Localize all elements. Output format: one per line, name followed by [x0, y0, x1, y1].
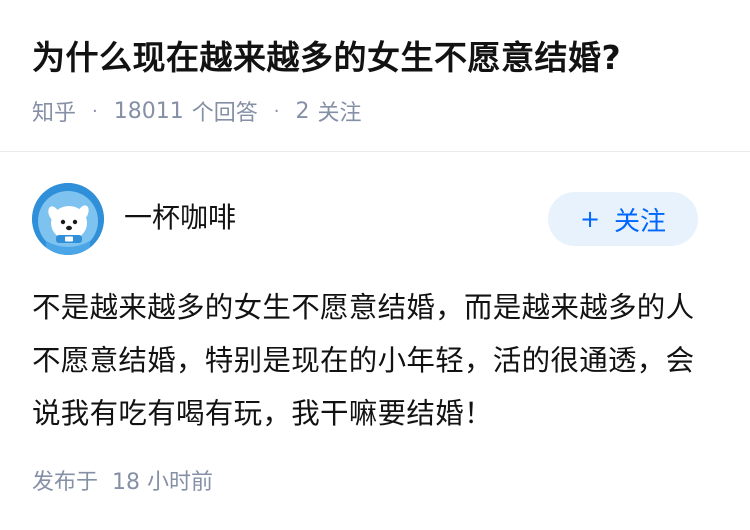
follow-count: 2	[295, 98, 310, 124]
separator-dot: ·	[273, 100, 280, 122]
answer-card: 为什么现在越来越多的女生不愿意结婚? 知乎 · 18011 个回答 · 2 关注	[0, 0, 750, 530]
answer-footer: 发布于 18 小时前	[32, 464, 213, 496]
question-meta: 知乎 · 18011 个回答 · 2 关注	[32, 95, 720, 127]
question-title[interactable]: 为什么现在越来越多的女生不愿意结婚?	[32, 34, 720, 82]
follow-button-label: 关注	[614, 206, 667, 237]
plus-icon: +	[579, 205, 601, 233]
answer-count: 18011	[113, 98, 184, 124]
author-row: 一杯咖啡 + 关注	[32, 183, 698, 255]
source-label[interactable]: 知乎	[32, 95, 76, 127]
published-label: 发布于	[32, 470, 99, 495]
follow-button[interactable]: + 关注	[548, 192, 698, 246]
separator-dot: ·	[92, 100, 98, 122]
published-time: 18 小时前	[112, 470, 214, 495]
avatar[interactable]	[32, 183, 104, 255]
answer-count-label: 个回答	[191, 101, 258, 126]
question-header: 为什么现在越来越多的女生不愿意结婚? 知乎 · 18011 个回答 · 2 关注	[32, 34, 720, 126]
answer-content[interactable]: 不是越来越多的女生不愿意结婚，而是越来越多的人不愿意结婚，特别是现在的小年轻，活…	[32, 281, 718, 440]
author-name[interactable]: 一杯咖啡	[124, 196, 548, 236]
divider	[0, 151, 750, 152]
follow-count-label: 关注	[317, 101, 362, 126]
cartoon-dog-avatar-icon	[32, 183, 104, 255]
